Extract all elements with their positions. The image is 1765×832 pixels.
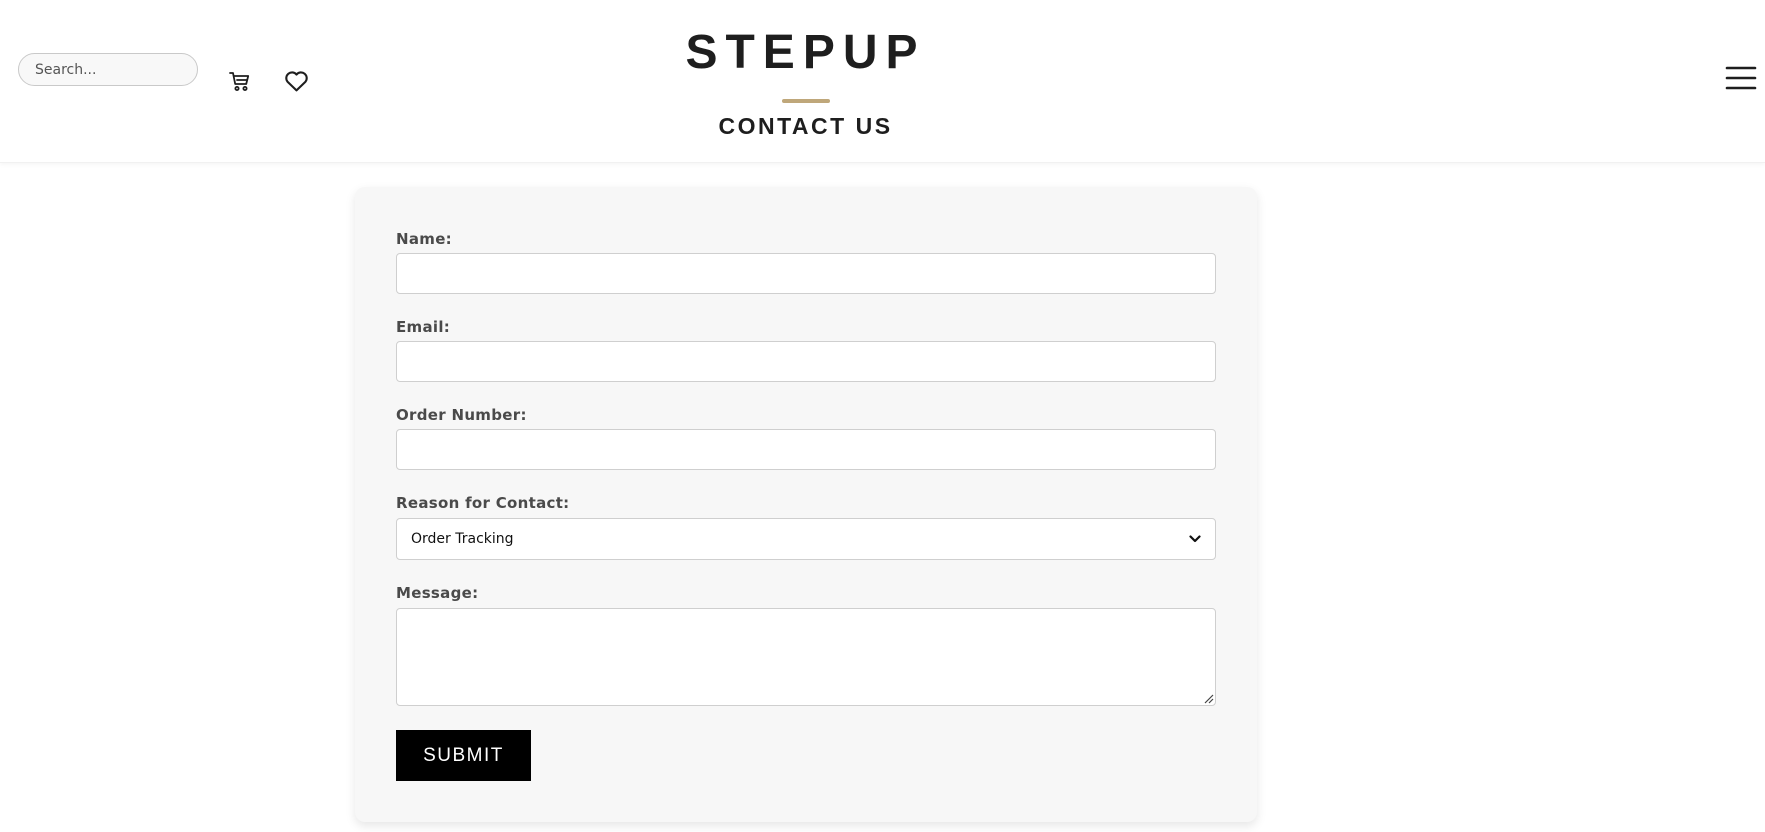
site-header: STEPUP CONTACT US [0, 0, 1765, 163]
resize-handle-icon[interactable] [1202, 692, 1214, 704]
hamburger-menu-icon [1725, 66, 1757, 90]
reason-selected-value: Order Tracking [411, 531, 514, 547]
name-label: Name: [396, 230, 452, 248]
chevron-down-icon [1189, 535, 1201, 543]
email-label: Email: [396, 318, 451, 336]
title-divider [782, 99, 830, 103]
reason-label: Reason for Contact: [396, 494, 570, 512]
name-field[interactable] [396, 253, 1216, 294]
order-number-label: Order Number: [396, 406, 527, 424]
menu-button[interactable] [1724, 62, 1758, 94]
brand-logo[interactable]: STEPUP [0, 28, 1611, 78]
contact-form: Name: Email: Order Number: Reason for Co… [355, 187, 1257, 822]
page-title: CONTACT US [718, 113, 893, 139]
message-label: Message: [396, 584, 479, 602]
reason-select[interactable]: Order Tracking [396, 518, 1216, 560]
email-field[interactable] [396, 341, 1216, 382]
submit-button[interactable]: SUBMIT [396, 730, 531, 781]
order-number-field[interactable] [396, 429, 1216, 470]
message-field[interactable] [396, 608, 1216, 706]
